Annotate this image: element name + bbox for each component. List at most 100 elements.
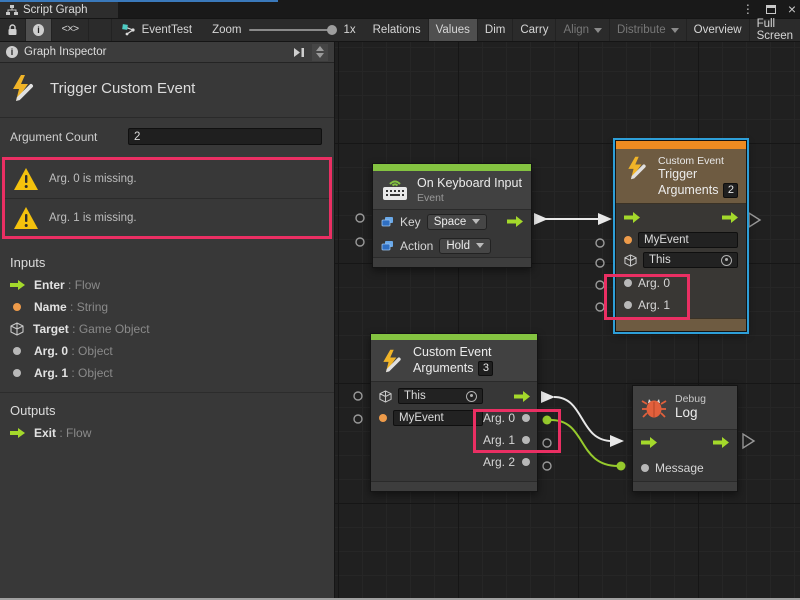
arg-row: Arg. 1 — [616, 294, 746, 316]
arguments-count-input[interactable]: 3 — [478, 361, 493, 376]
port-name: Arg. 0 — [34, 344, 68, 358]
window-controls: ⋮ × — [742, 0, 796, 18]
object-port-icon[interactable] — [522, 436, 530, 444]
relations-button[interactable]: Relations — [366, 19, 429, 41]
tab-script-graph[interactable]: Script Graph — [0, 2, 118, 18]
flow-edge[interactable] — [554, 397, 612, 441]
dock-panel-icon[interactable] — [293, 47, 306, 58]
target-field[interactable]: This — [643, 252, 738, 268]
flow-input-icon[interactable] — [641, 437, 657, 448]
edit-script-button[interactable]: <×> — [52, 19, 89, 41]
flow-input-icon[interactable] — [624, 212, 640, 223]
unit-title-block: Trigger Custom Event — [0, 63, 334, 118]
gameobject-cube-icon — [10, 322, 24, 336]
message-label: Message — [655, 461, 704, 475]
key-dropdown[interactable]: Space — [427, 214, 488, 230]
stepper-up-icon — [316, 46, 324, 51]
node-footer — [616, 318, 746, 331]
input-port[interactable] — [354, 392, 362, 400]
carry-button[interactable]: Carry — [513, 19, 556, 41]
value-edge[interactable] — [551, 420, 618, 466]
arguments-label: Arguments — [658, 183, 718, 199]
node-custom-event[interactable]: Custom Event Arguments3 This MyEvent — [370, 333, 538, 492]
gameobject-cube-icon[interactable] — [379, 390, 392, 403]
value-port-connected[interactable] — [617, 462, 626, 471]
node-footer — [373, 257, 531, 267]
object-picker-icon[interactable] — [721, 255, 732, 266]
flow-output-icon[interactable] — [514, 391, 530, 402]
custom-event-icon — [624, 155, 650, 181]
node-kind: Debug — [675, 393, 706, 405]
overview-button[interactable]: Overview — [687, 19, 750, 41]
zoom-label: Zoom — [212, 24, 241, 36]
node-debug-log[interactable]: Debug Log Message — [632, 385, 738, 492]
output-port[interactable] — [543, 439, 551, 447]
value-port-connected[interactable] — [543, 416, 552, 425]
output-port[interactable] — [543, 462, 551, 470]
string-port-icon[interactable] — [379, 414, 387, 422]
inspector-header-title: Graph Inspector — [24, 46, 106, 58]
menu-icon[interactable]: ⋮ — [742, 2, 754, 16]
keycode-icon — [381, 240, 394, 252]
input-port[interactable] — [356, 238, 364, 246]
node-kind: Custom Event — [658, 155, 738, 167]
input-port[interactable] — [596, 239, 604, 247]
input-port[interactable] — [356, 214, 364, 222]
flow-edge-arrowhead — [610, 435, 624, 447]
input-port[interactable] — [354, 415, 362, 423]
unit-title: Trigger Custom Event — [50, 80, 195, 97]
input-port[interactable] — [596, 281, 604, 289]
zoom-value: 1x — [343, 24, 355, 36]
bug-icon — [641, 395, 667, 419]
distribute-button[interactable]: Distribute — [610, 19, 687, 41]
zoom-slider-handle[interactable] — [327, 25, 337, 35]
lock-button[interactable] — [0, 19, 26, 41]
event-name-field[interactable]: MyEvent — [638, 232, 738, 248]
action-value: Hold — [446, 240, 470, 252]
arguments-count-input[interactable]: 2 — [723, 183, 738, 198]
gameobject-cube-icon[interactable] — [624, 254, 637, 267]
output-flow-port[interactable] — [749, 213, 760, 227]
target-row: This — [371, 385, 483, 407]
graph-canvas[interactable]: On Keyboard Input Event Key Space Action… — [335, 42, 800, 598]
chevron-down-icon — [476, 243, 484, 248]
object-port-icon[interactable] — [522, 458, 530, 466]
object-port-icon[interactable] — [624, 301, 632, 309]
dim-label: Dim — [485, 24, 505, 36]
port-type: Game Object — [79, 322, 150, 336]
object-port-icon[interactable] — [641, 464, 649, 472]
node-trigger-custom-event[interactable]: Custom Event Trigger Arguments2 MyEvent — [615, 140, 747, 332]
object-port-icon[interactable] — [624, 279, 632, 287]
target-field[interactable]: This — [398, 388, 483, 404]
inspector-toggle-button[interactable]: i — [26, 19, 52, 41]
argument-count-input[interactable]: 2 — [128, 128, 322, 145]
maximize-icon[interactable] — [766, 5, 776, 14]
string-port-icon — [13, 303, 21, 311]
object-port-icon[interactable] — [522, 414, 530, 422]
event-name-field[interactable]: MyEvent — [393, 410, 483, 426]
inspector-stepper[interactable] — [312, 44, 328, 61]
zoom-slider[interactable] — [249, 29, 335, 31]
node-on-keyboard-input[interactable]: On Keyboard Input Event Key Space Action… — [372, 163, 532, 268]
graph-inspector-panel: i Graph Inspector Trigger Custom Event — [0, 42, 335, 598]
key-label: Key — [400, 215, 421, 229]
flow-output-icon[interactable] — [507, 216, 523, 227]
dim-button[interactable]: Dim — [478, 19, 513, 41]
fullscreen-button[interactable]: Full Screen — [750, 19, 800, 41]
flow-output-icon[interactable] — [722, 212, 738, 223]
graph-reference[interactable]: EventTest — [112, 19, 203, 41]
action-dropdown[interactable]: Hold — [439, 238, 491, 254]
flow-output-icon[interactable] — [713, 437, 729, 448]
values-button[interactable]: Values — [429, 19, 478, 41]
input-port[interactable] — [596, 259, 604, 267]
close-icon[interactable]: × — [788, 1, 796, 17]
port-name: Arg. 1 — [34, 366, 68, 380]
input-port[interactable] — [596, 303, 604, 311]
output-flow-port[interactable] — [743, 434, 754, 448]
target-value: This — [404, 390, 426, 402]
object-port-icon — [13, 369, 21, 377]
warning-icon — [13, 206, 39, 230]
string-port-icon[interactable] — [624, 236, 632, 244]
align-button[interactable]: Align — [556, 19, 610, 41]
object-picker-icon[interactable] — [466, 391, 477, 402]
